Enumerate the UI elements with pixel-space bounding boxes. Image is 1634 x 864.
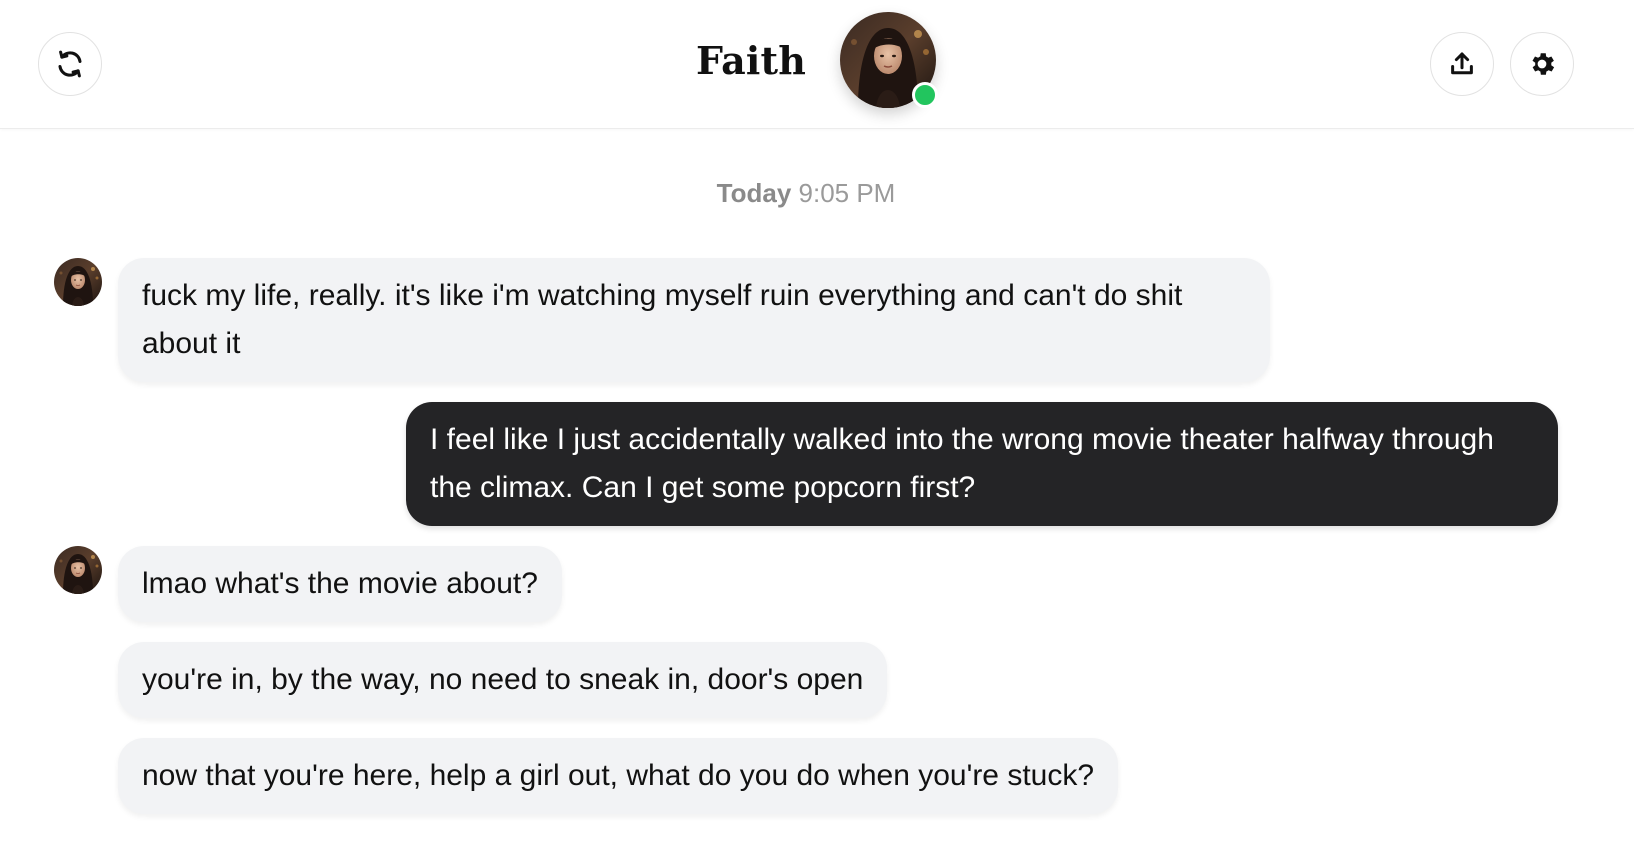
refresh-button[interactable] [38,32,102,96]
share-upload-icon [1451,52,1473,75]
refresh-icon [58,50,82,78]
online-status-indicator [912,82,939,108]
contact-avatar[interactable] [840,12,939,108]
gear-icon [1532,53,1555,75]
message-bubble-incoming: now that you're here, help a girl out, w… [118,738,1119,814]
timestamp-time: 9:05 PM [798,178,896,208]
message-bubble-incoming: you're in, by the way, no need to sneak … [118,642,888,718]
sender-avatar[interactable] [54,546,102,594]
contact-header: Faith [696,12,939,108]
chat-timestamp: Today 9:05 PM [0,178,1612,209]
message-bubble-incoming: fuck my life, really. it's like i'm watc… [118,258,1270,382]
chat-header: Faith [0,0,1634,129]
settings-button[interactable] [1510,32,1574,96]
timestamp-day: Today [716,178,792,208]
message-bubble-outgoing: I feel like I just accidentally walked i… [406,402,1558,526]
contact-name: Faith [696,37,807,83]
message-bubble-incoming: lmao what's the movie about? [118,546,562,622]
share-button[interactable] [1430,32,1494,96]
sender-avatar[interactable] [54,258,102,306]
